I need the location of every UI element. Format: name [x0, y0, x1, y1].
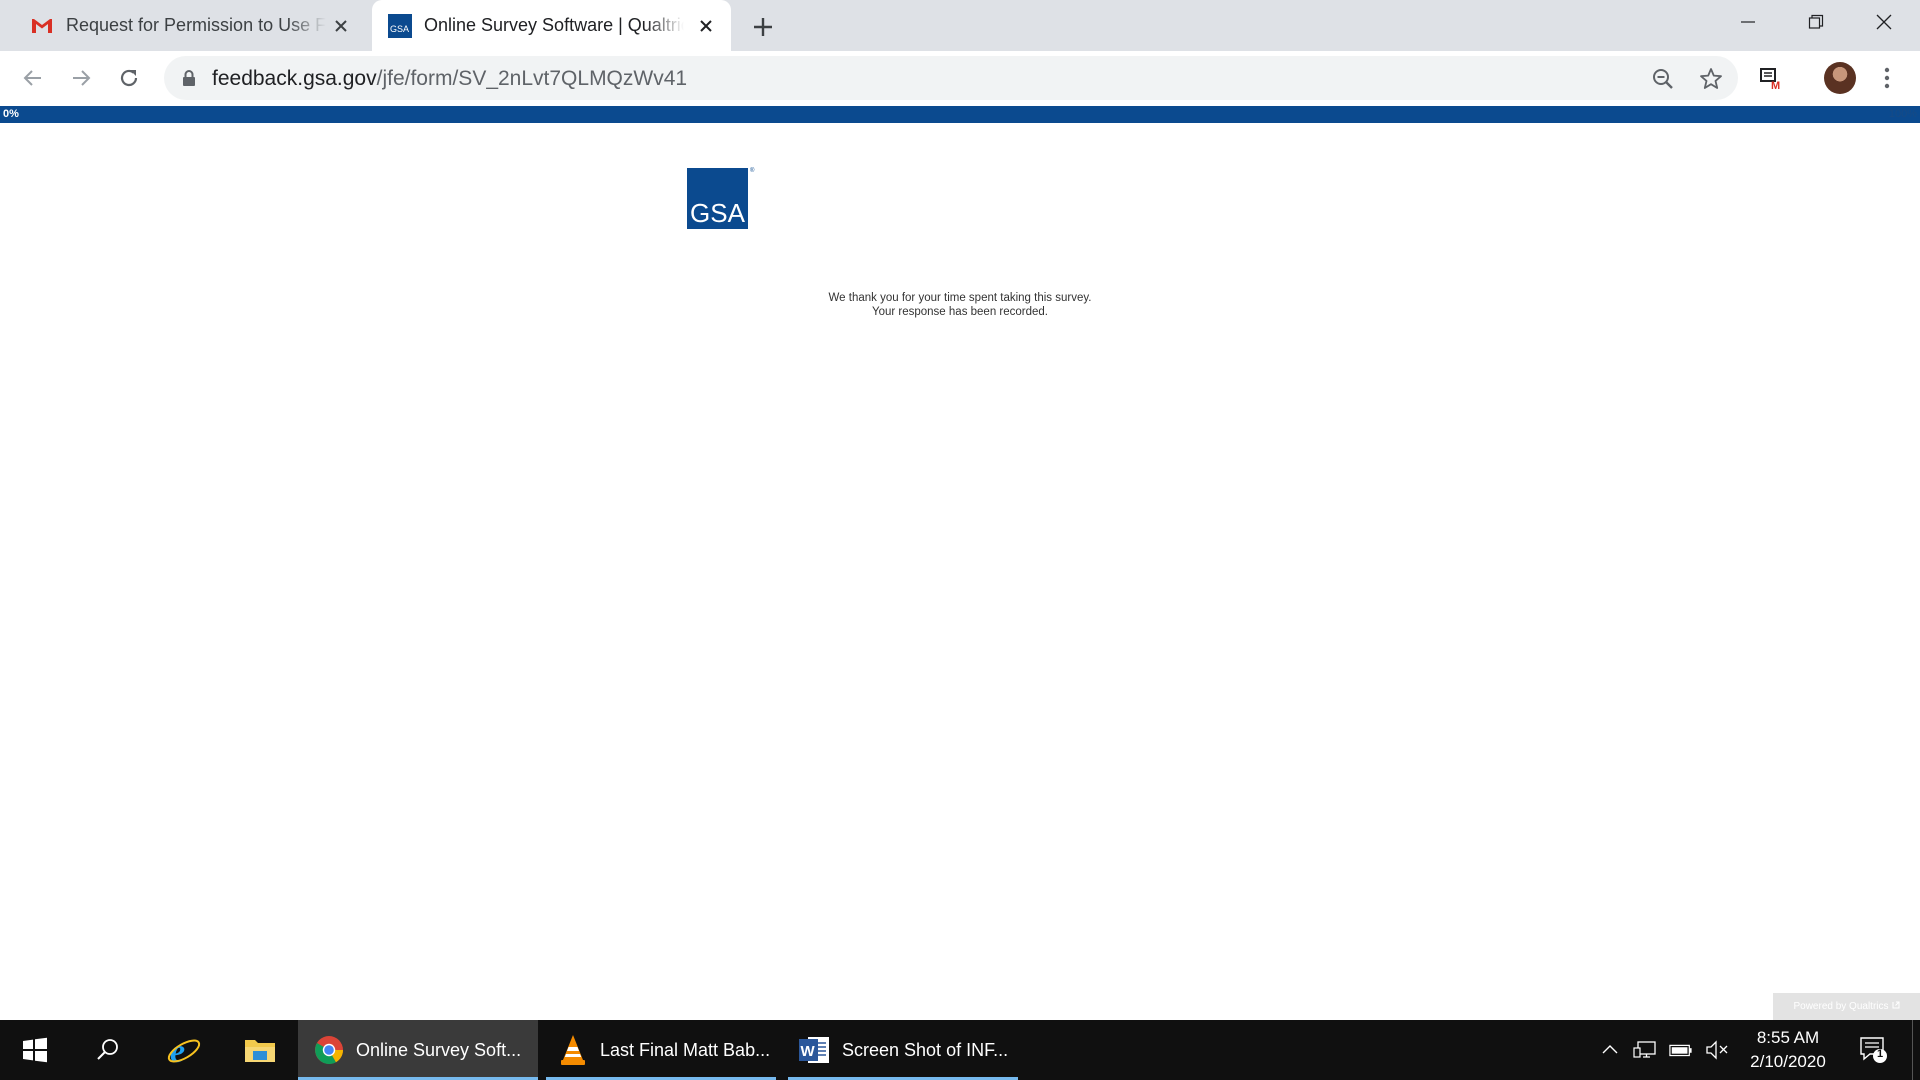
search-icon[interactable]	[78, 1020, 138, 1080]
chevron-up-icon[interactable]	[1598, 1038, 1622, 1062]
gsa-favicon-icon: GSA	[388, 14, 412, 38]
powered-by-qualtrics-link[interactable]: Powered by Qualtrics	[1773, 993, 1920, 1020]
notification-count-badge: 1	[1876, 1048, 1884, 1060]
browser-tab-strip: Request for Permission to Use FA GSA Onl…	[0, 0, 1920, 51]
progress-fill	[0, 106, 1920, 123]
tab-qualtrics[interactable]: GSA Online Survey Software | Qualtric	[372, 0, 731, 51]
internet-explorer-icon[interactable]: e	[154, 1020, 214, 1080]
svg-text:W: W	[801, 1043, 816, 1060]
chrome-icon	[314, 1035, 344, 1065]
external-link-icon	[1892, 1001, 1900, 1012]
url-text[interactable]: feedback.gsa.gov/jfe/form/SV_2nLvt7QLMQz…	[212, 67, 687, 91]
reload-icon[interactable]	[114, 63, 144, 93]
svg-text:M: M	[1771, 80, 1780, 92]
screen: Request for Permission to Use FA GSA Onl…	[0, 0, 1920, 1080]
tab-title: Online Survey Software | Qualtric	[424, 15, 684, 35]
survey-page: GSA ® We thank you for your time spent t…	[0, 123, 1920, 1020]
bookmark-star-icon[interactable]	[1698, 66, 1724, 92]
action-center-icon[interactable]: 1	[1858, 1034, 1888, 1064]
lock-icon[interactable]	[180, 69, 198, 87]
svg-text:GSA: GSA	[390, 24, 409, 34]
volume-muted-icon[interactable]	[1705, 1038, 1729, 1062]
survey-progress-bar: 0% 100%	[0, 106, 1920, 123]
end-message-line: Your response has been recorded.	[871, 306, 1049, 318]
tab-title: Request for Permission to Use FA	[66, 15, 326, 35]
gsa-logo-text: GSA	[690, 198, 745, 228]
progress-start-label: 0%	[3, 108, 19, 120]
powered-by-label: Powered by Qualtrics	[1793, 1001, 1889, 1012]
system-clock[interactable]: 8:55 AM 2/10/2020	[1728, 1026, 1848, 1074]
taskbar-app-word[interactable]: W Screen Shot of INF...	[788, 1020, 1018, 1080]
gmail-icon	[30, 14, 54, 38]
file-explorer-icon[interactable]	[230, 1020, 290, 1080]
close-tab-icon[interactable]	[330, 15, 352, 37]
battery-icon[interactable]	[1669, 1038, 1693, 1062]
browser-toolbar: feedback.gsa.gov/jfe/form/SV_2nLvt7QLMQz…	[0, 51, 1920, 105]
windows-start-icon[interactable]	[0, 1020, 70, 1080]
progress-end-label: 100%	[1888, 108, 1917, 120]
gsa-logo: GSA	[687, 168, 748, 229]
word-icon: W	[798, 1034, 830, 1066]
minimize-icon[interactable]	[1714, 0, 1782, 44]
end-message-line: We thank you for your time spent taking …	[828, 292, 1092, 304]
back-arrow-icon[interactable]	[18, 63, 48, 93]
close-window-icon[interactable]	[1850, 0, 1918, 44]
vlc-icon	[558, 1034, 588, 1066]
url-host: feedback.gsa.gov	[212, 67, 377, 90]
zoom-out-icon[interactable]	[1650, 66, 1676, 92]
url-path: /jfe/form/SV_2nLvt7QLMQzWv41	[376, 67, 688, 90]
profile-avatar[interactable]	[1824, 62, 1856, 94]
taskbar-app-label: Screen Shot of INF...	[842, 1039, 1009, 1060]
registered-mark-icon: ®	[750, 168, 755, 174]
address-bar[interactable]: feedback.gsa.gov/jfe/form/SV_2nLvt7QLMQz…	[164, 56, 1738, 100]
clock-date: 2/10/2020	[1750, 1052, 1826, 1071]
taskbar-app-label: Online Survey Soft...	[356, 1039, 522, 1060]
menu-kebab-icon[interactable]	[1872, 63, 1902, 93]
windows-taskbar: e Online Survey Soft... Last Final Matt …	[0, 1020, 1920, 1080]
forward-arrow-icon[interactable]	[66, 63, 96, 93]
tab-gmail[interactable]: Request for Permission to Use FA	[14, 0, 366, 51]
close-tab-icon[interactable]	[695, 15, 717, 37]
mail-extension-icon[interactable]: M	[1756, 63, 1786, 93]
clock-time: 8:55 AM	[1756, 1028, 1820, 1047]
end-of-survey-message: We thank you for your time spent taking …	[760, 291, 1160, 319]
show-desktop-button[interactable]	[1912, 1020, 1920, 1080]
new-tab-icon[interactable]	[748, 12, 778, 42]
taskbar-app-label: Last Final Matt Bab...	[600, 1039, 771, 1060]
taskbar-app-vlc[interactable]: Last Final Matt Bab...	[546, 1020, 776, 1080]
network-icon[interactable]	[1633, 1038, 1657, 1062]
taskbar-app-chrome[interactable]: Online Survey Soft...	[298, 1020, 538, 1080]
restore-icon[interactable]	[1782, 0, 1850, 44]
